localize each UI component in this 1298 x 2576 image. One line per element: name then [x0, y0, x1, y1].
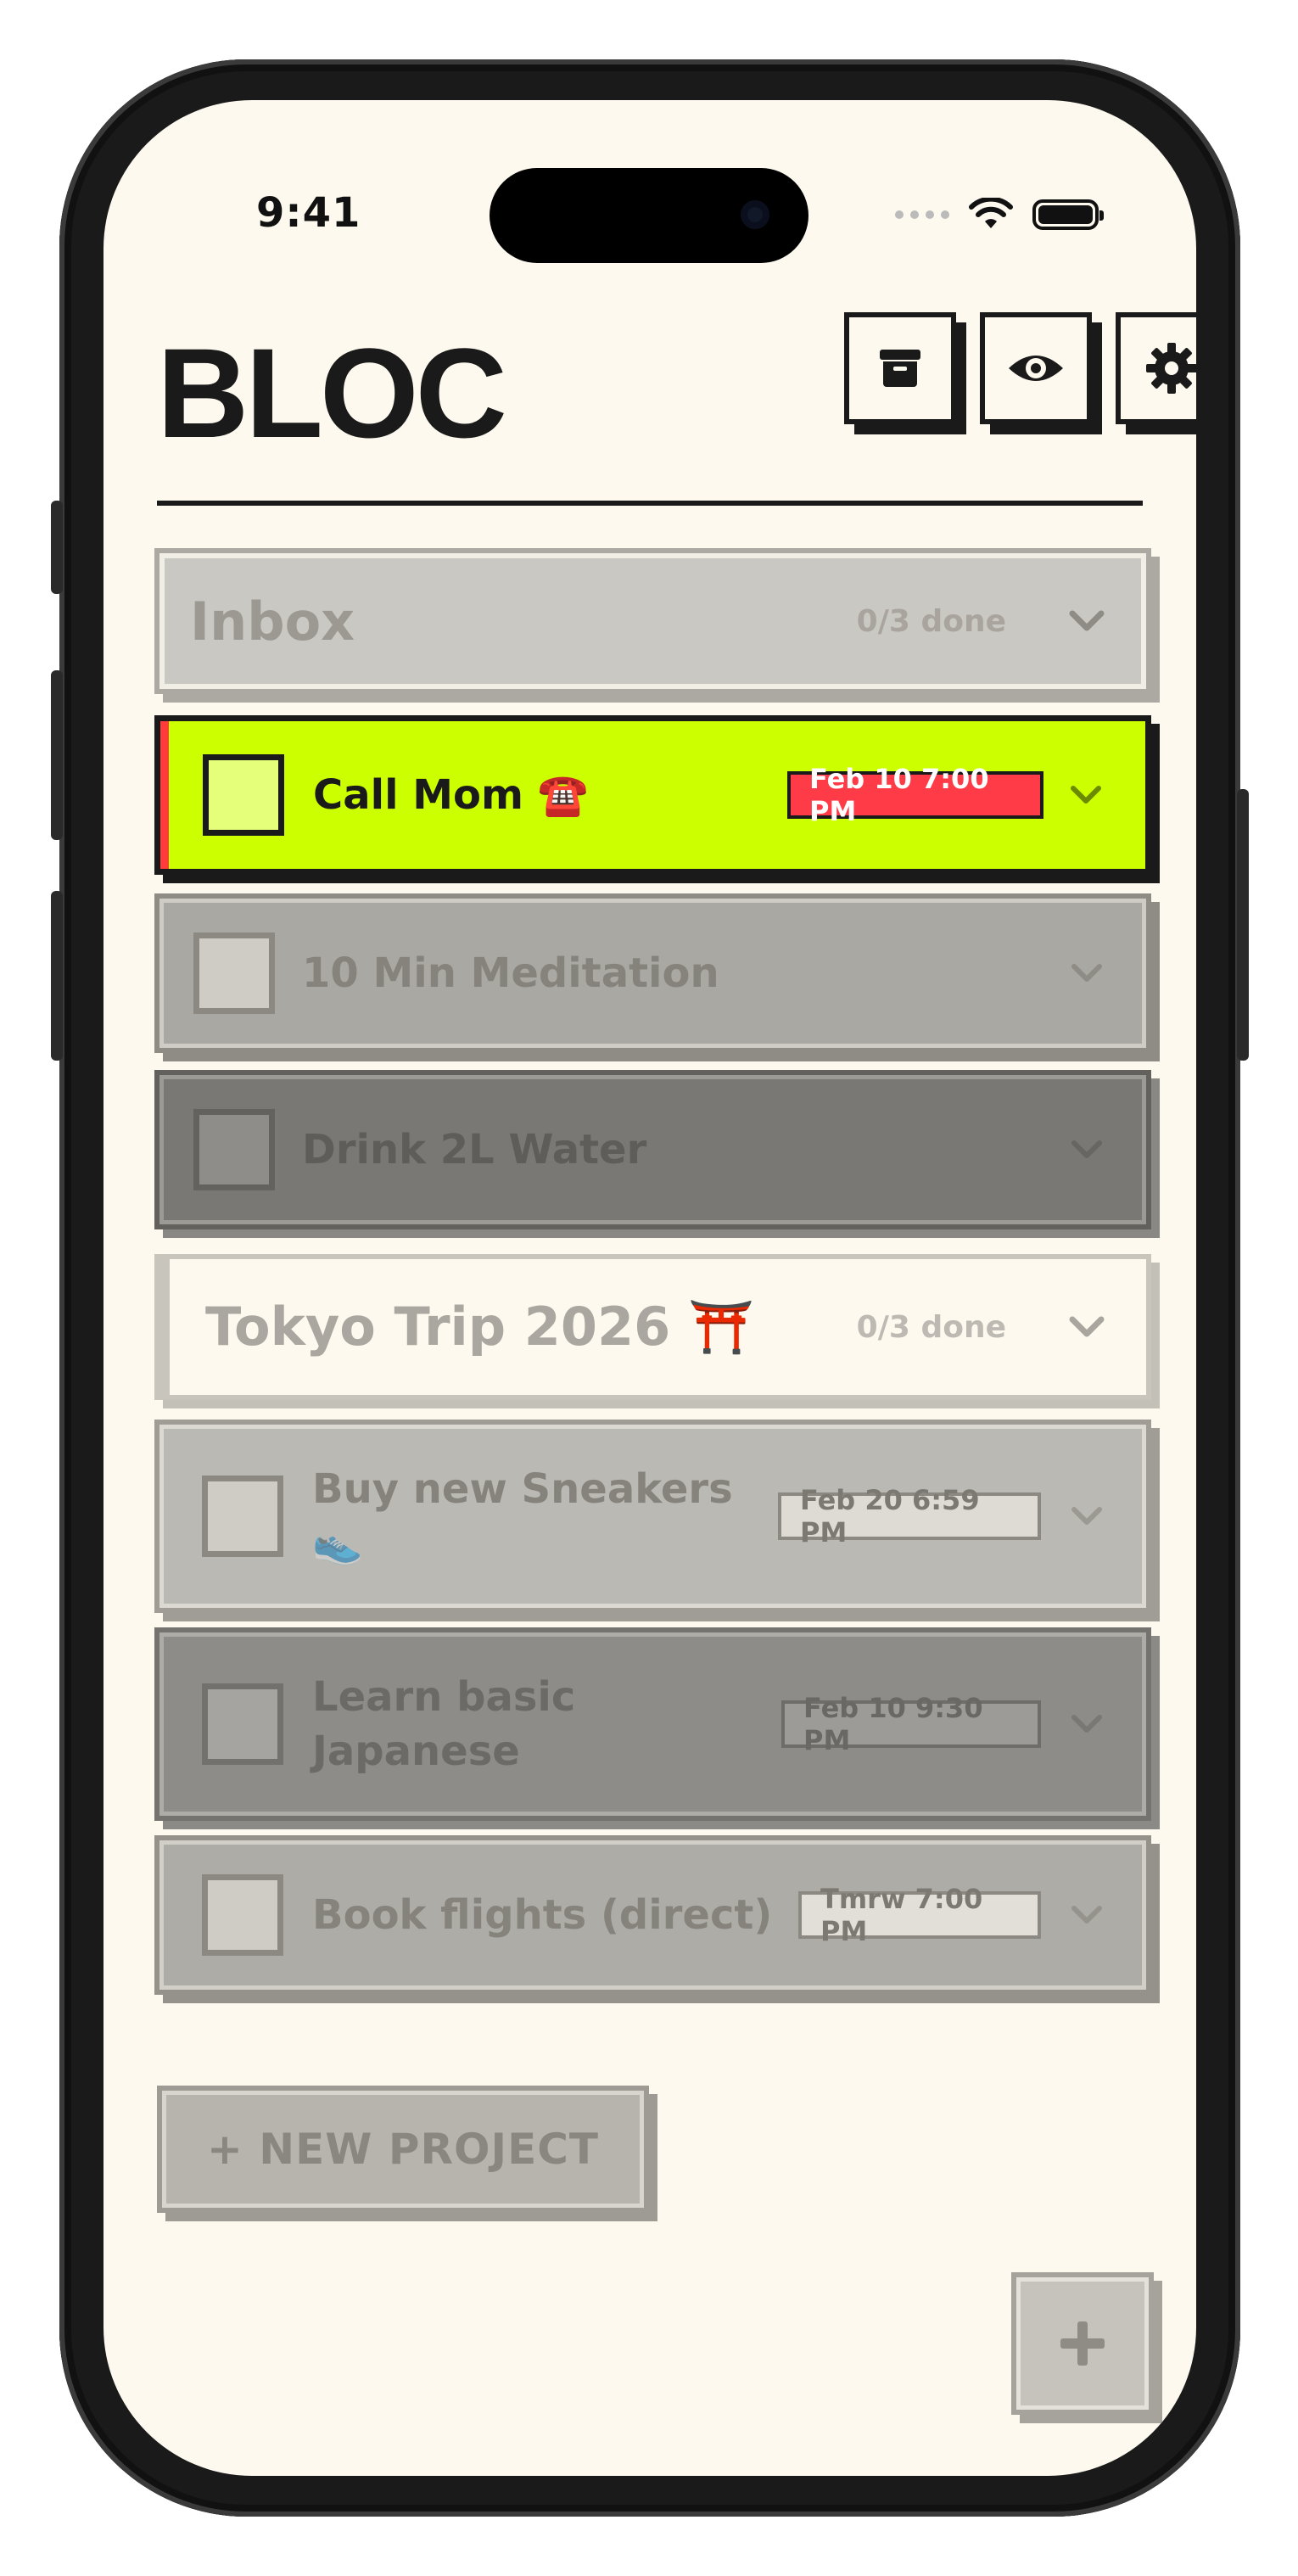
- chevron-down-icon[interactable]: [1066, 1495, 1108, 1537]
- task-name-line1: Buy new Sneakers: [312, 1465, 733, 1513]
- task-drink-water[interactable]: Drink 2L Water: [154, 1070, 1151, 1229]
- project-title: Inbox: [190, 590, 355, 652]
- phone-frame: 9:41 BLOC Inbox 0/3 done Call Mom ☎️ Feb…: [51, 59, 1249, 2517]
- visibility-toggle-button[interactable]: [980, 312, 1092, 424]
- chevron-down-icon[interactable]: [1066, 952, 1108, 994]
- task-name-line2: Japanese: [312, 1728, 520, 1775]
- task-meditation[interactable]: 10 Min Meditation: [154, 893, 1151, 1053]
- power-button: [1237, 789, 1249, 1061]
- wifi-icon: [969, 198, 1013, 228]
- battery-icon: [1032, 199, 1104, 230]
- chevron-down-icon[interactable]: [1066, 1306, 1108, 1348]
- project-header-inbox[interactable]: Inbox 0/3 done: [154, 548, 1151, 694]
- due-date-badge: Feb 20 6:59 PM: [778, 1484, 1041, 1548]
- status-bar: 9:41: [104, 100, 1196, 270]
- app-logo: BLOC: [157, 322, 507, 464]
- due-date-badge: Feb 10 9:30 PM: [781, 1692, 1041, 1756]
- chevron-down-icon[interactable]: [1066, 1894, 1108, 1936]
- task-checkbox[interactable]: [203, 754, 284, 836]
- project-title: Tokyo Trip 2026 ⛩️: [205, 1296, 755, 1358]
- gear-icon: [1146, 343, 1196, 394]
- app-screen: 9:41 BLOC Inbox 0/3 done Call Mom ☎️ Feb…: [104, 100, 1196, 2476]
- eye-icon: [1009, 356, 1063, 381]
- task-name: Call Mom ☎️: [313, 770, 589, 819]
- chevron-down-icon[interactable]: [1066, 600, 1108, 642]
- task-checkbox[interactable]: [193, 1109, 275, 1190]
- task-checkbox[interactable]: [202, 1874, 283, 1956]
- task-checkbox[interactable]: [202, 1476, 283, 1557]
- project-header-tokyo-trip[interactable]: Tokyo Trip 2026 ⛩️ 0/3 done: [154, 1254, 1151, 1400]
- task-call-mom[interactable]: Call Mom ☎️ Feb 10 7:00 PM: [154, 715, 1151, 875]
- task-book-flights[interactable]: Book flights (direct) Tmrw 7:00 PM: [154, 1835, 1151, 1995]
- project-progress: 0/3 done: [856, 1309, 1006, 1345]
- task-checkbox[interactable]: [202, 1683, 283, 1765]
- settings-button[interactable]: [1116, 312, 1196, 424]
- task-name: Drink 2L Water: [302, 1125, 647, 1173]
- dynamic-island: [490, 168, 808, 263]
- project-progress: 0/3 done: [856, 603, 1006, 639]
- status-indicators: [895, 198, 1104, 232]
- task-name-line2: 👟: [312, 1520, 363, 1567]
- cellular-signal-icon: [895, 210, 949, 219]
- due-date-badge: Tmrw 7:00 PM: [798, 1883, 1041, 1947]
- camera-icon: [741, 200, 769, 229]
- task-checkbox[interactable]: [193, 932, 275, 1014]
- task-name: Book flights (direct): [312, 1890, 773, 1939]
- task-buy-sneakers[interactable]: Buy new Sneakers 👟 Feb 20 6:59 PM: [154, 1420, 1151, 1613]
- task-learn-japanese[interactable]: Learn basic Japanese Feb 10 9:30 PM: [154, 1627, 1151, 1821]
- due-date-badge: Feb 10 7:00 PM: [787, 763, 1043, 827]
- chevron-down-icon[interactable]: [1066, 1128, 1108, 1171]
- plus-icon: [1060, 2321, 1105, 2366]
- add-task-button[interactable]: [1011, 2272, 1154, 2415]
- action-button: [51, 501, 63, 594]
- task-name-line1: Learn basic: [312, 1673, 576, 1721]
- new-project-button[interactable]: + NEW PROJECT: [157, 2086, 649, 2213]
- header-divider: [157, 501, 1143, 506]
- chevron-down-icon[interactable]: [1065, 774, 1107, 816]
- app-header: BLOC: [157, 312, 1196, 464]
- chevron-down-icon[interactable]: [1066, 1703, 1108, 1745]
- task-name: 10 Min Meditation: [302, 949, 719, 997]
- volume-up-button: [51, 670, 63, 840]
- status-time: 9:41: [256, 189, 361, 237]
- archive-button[interactable]: [844, 312, 956, 424]
- volume-down-button: [51, 891, 63, 1061]
- archive-icon: [880, 350, 920, 387]
